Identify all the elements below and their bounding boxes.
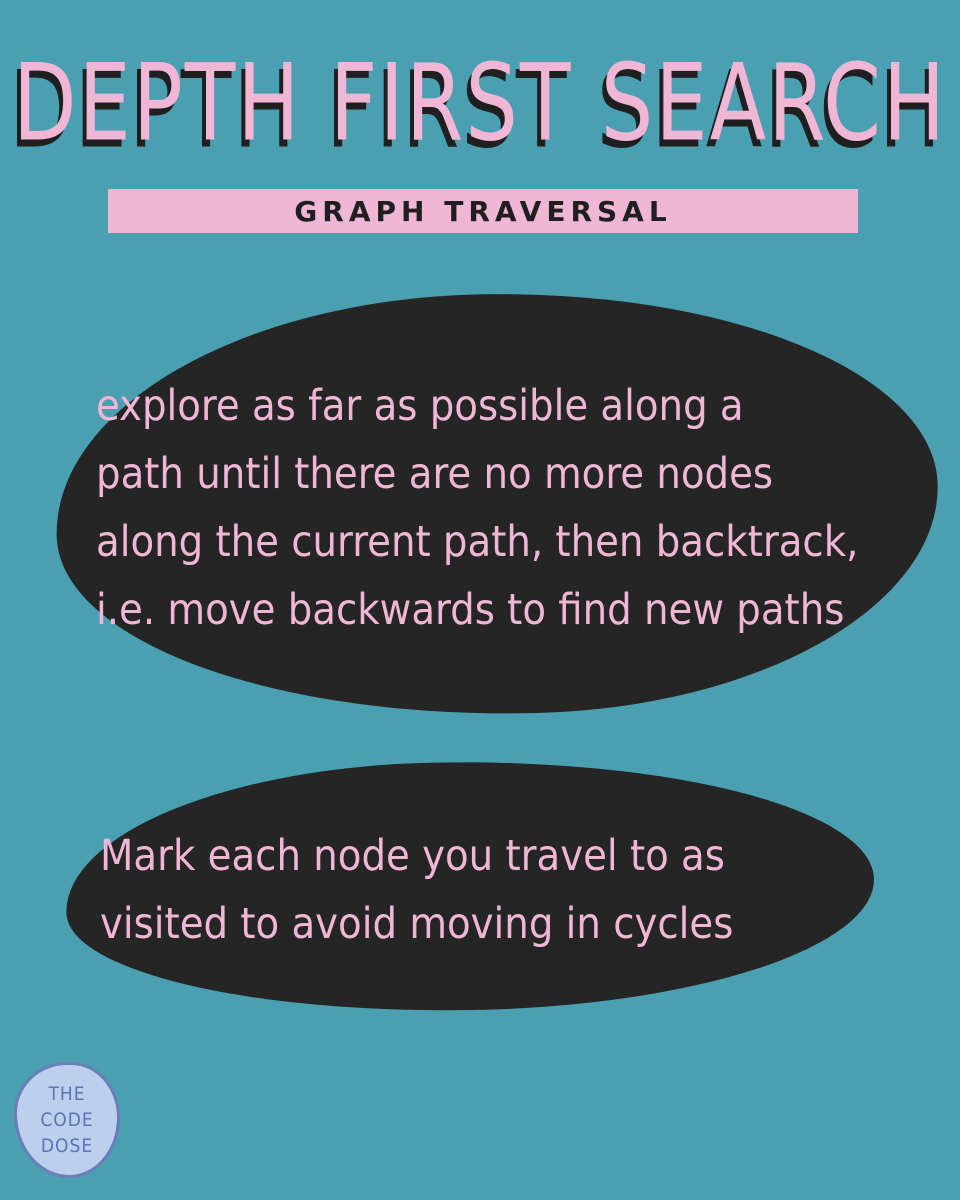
page-title: DEPTH FIRST SEARCH	[12, 41, 948, 165]
tip-line: Mark each node you travel to as	[100, 831, 725, 881]
definition-text: explore as far as possible along a path …	[96, 372, 926, 644]
subtitle-band: GRAPH TRAVERSAL	[108, 189, 858, 233]
tip-line: visited to avoid moving in cycles	[100, 899, 734, 949]
logo-line: THE	[48, 1083, 86, 1105]
page-subtitle: GRAPH TRAVERSAL	[294, 194, 672, 228]
definition-line: explore as far as possible along a	[96, 381, 744, 431]
brand-logo: THE CODE DOSE	[14, 1062, 120, 1178]
title-container: DEPTH FIRST SEARCH	[0, 51, 960, 157]
definition-line: path until there are no more nodes	[96, 449, 774, 499]
page: DEPTH FIRST SEARCH GRAPH TRAVERSAL explo…	[0, 0, 960, 1200]
logo-line: CODE	[40, 1109, 94, 1131]
logo-line: DOSE	[40, 1135, 94, 1157]
definition-line: i.e. move backwards to find new paths	[96, 585, 845, 635]
tip-text: Mark each node you travel to as visited …	[100, 822, 860, 958]
definition-line: along the current path, then backtrack,	[96, 517, 859, 567]
